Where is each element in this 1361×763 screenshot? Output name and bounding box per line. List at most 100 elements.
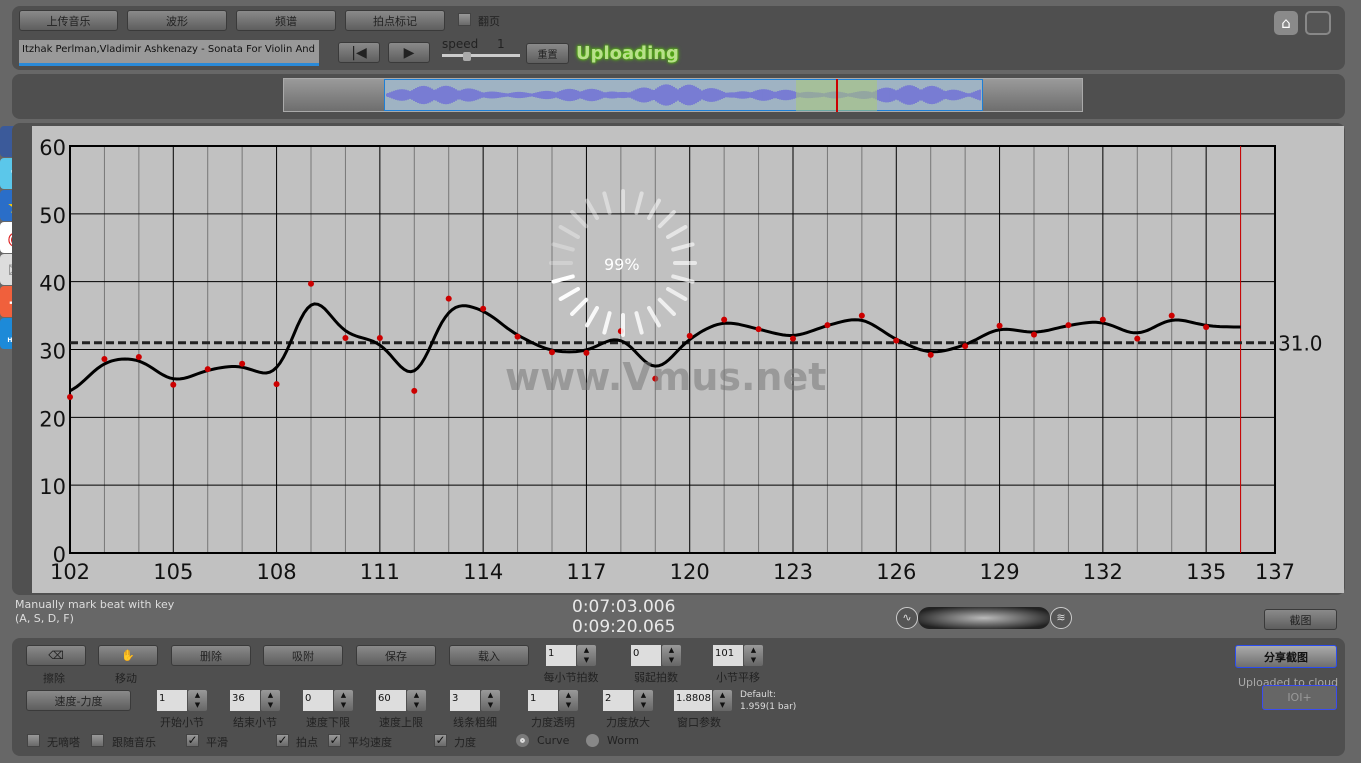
beats-per-bar-stepper[interactable]: 1 ▲ ▼ 每小节拍数 [544,645,599,684]
line-width-input[interactable]: 3 [450,690,480,711]
stepper-arrows-icon[interactable]: ▲ ▼ [662,645,681,666]
beat-point [273,381,280,388]
window-param-label: 窗口参数 [677,716,721,729]
dyn-scale-input[interactable]: 2 [603,690,633,711]
total-time: 0:09:20.065 [572,617,676,637]
end-bar-stepper[interactable]: 36 ▲ ▼ 结束小节 [230,690,280,729]
bar-offset-input[interactable]: 101 [713,645,743,666]
tempo-dynamics-button[interactable]: 速度-力度 [26,690,131,711]
dynamics-label: 力度 [454,736,476,749]
load-button[interactable]: 载入 [449,645,529,666]
tempo-min-stepper[interactable]: 0 ▲ ▼ 速度下限 [303,690,353,729]
beat-point [135,353,142,360]
spinner-tick [666,225,688,239]
end-bar-input[interactable]: 36 [230,690,260,711]
pickup-beats-stepper[interactable]: 0 ▲ ▼ 弱起拍数 [631,645,681,684]
move-label: 移动 [115,672,137,685]
stepper-arrows-icon[interactable]: ▲ ▼ [261,690,280,711]
avg-tempo-checkbox[interactable]: ✓ [328,734,341,747]
worm-label: Worm [607,734,640,747]
beat-point [445,295,452,302]
window-param-input[interactable]: 1.8808 [674,690,712,711]
x-tick-label: 114 [463,560,503,584]
beats-per-bar-input[interactable]: 1 [546,645,576,666]
erase-button[interactable]: ⌫ [26,645,86,666]
dyn-opacity-stepper[interactable]: 1 ▲ ▼ 力度透明 [528,690,578,729]
start-bar-stepper[interactable]: 1 ▲ ▼ 开始小节 [157,690,207,729]
dyn-opacity-input[interactable]: 1 [528,690,558,711]
follow-music-checkbox[interactable] [91,734,104,747]
stepper-arrows-icon[interactable]: ▲ ▼ [559,690,578,711]
tempo-max-stepper[interactable]: 60 ▲ ▼ 速度上限 [376,690,426,729]
beat-point [893,337,900,344]
curve-label: Curve [537,734,570,747]
beat-point [514,333,521,340]
x-tick-label: 108 [257,560,297,584]
y-tick-label: 60 [39,136,66,160]
y-tick-label: 40 [39,272,66,296]
hint-line1: Manually mark beat with key [15,598,175,611]
spinner-tick [570,297,589,316]
curve-radio[interactable] [516,734,529,747]
beats-per-bar-label: 每小节拍数 [543,671,599,684]
stepper-arrows-icon[interactable]: ▲ ▼ [577,645,596,666]
line-width-stepper[interactable]: 3 ▲ ▼ 线条粗细 [450,690,500,729]
spinner-tick [657,297,676,316]
x-tick-label: 102 [50,560,90,584]
y-tick-label: 50 [39,204,66,228]
screenshot-button[interactable]: 截图 [1264,609,1337,630]
move-button[interactable]: ✋ [98,645,158,666]
spinner-tick [671,242,695,252]
beat-point [1031,331,1037,338]
beat-point [721,316,728,323]
x-tick-label: 105 [153,560,193,584]
beat-point [308,280,314,287]
dynamics-checkbox[interactable]: ✓ [434,734,447,747]
smooth-checkbox[interactable]: ✓ [186,734,199,747]
spectrum-mode-icon[interactable]: ≋ [1050,607,1072,629]
dyn-scale-stepper[interactable]: 2 ▲ ▼ 力度放大 [603,690,653,729]
x-tick-label: 126 [876,560,916,584]
x-tick-label: 135 [1186,560,1226,584]
smooth-label: 平滑 [206,736,228,749]
beat-point [170,381,177,388]
snap-button[interactable]: 吸附 [263,645,343,666]
end-bar-label: 结束小节 [233,716,277,729]
avg-tempo-label: 平均速度 [348,736,392,749]
tempo-min-input[interactable]: 0 [303,690,333,711]
worm-radio[interactable] [586,734,599,747]
beat-point [376,334,383,341]
ioi-button[interactable]: IOI+ [1262,685,1337,710]
spinner-tick [551,242,575,252]
beat-point [962,343,969,350]
bar-offset-stepper[interactable]: 101 ▲ ▼ 小节平移 [713,645,763,684]
stepper-arrows-icon[interactable]: ▲ ▼ [481,690,500,711]
x-tick-label: 117 [566,560,606,584]
beat-point [824,322,831,329]
window-param-stepper[interactable]: 1.8808 ▲ ▼ 窗口参数 [674,690,732,729]
pickup-beats-input[interactable]: 0 [631,645,661,666]
stepper-arrows-icon[interactable]: ▲ ▼ [407,690,426,711]
tempo-max-input[interactable]: 60 [376,690,406,711]
x-tick-label: 137 [1255,560,1295,584]
stepper-arrows-icon[interactable]: ▲ ▼ [188,690,207,711]
save-button[interactable]: 保存 [356,645,436,666]
mode-toggle-slider[interactable] [918,607,1050,629]
beat-point [755,326,762,333]
no-tick-checkbox[interactable] [27,734,40,747]
y-tick-label: 20 [39,407,66,431]
stepper-arrows-icon[interactable]: ▲ ▼ [713,690,732,711]
spinner-tick [647,306,661,328]
waveform-mode-icon[interactable]: ∿ [896,607,918,629]
start-bar-label: 开始小节 [160,716,204,729]
stepper-arrows-icon[interactable]: ▲ ▼ [634,690,653,711]
x-tick-label: 132 [1083,560,1123,584]
delete-button[interactable]: 删除 [171,645,251,666]
share-screenshot-button[interactable]: 分享截图 [1235,645,1337,668]
beat-point [1065,322,1072,329]
start-bar-input[interactable]: 1 [157,690,187,711]
beat-points-checkbox[interactable]: ✓ [276,734,289,747]
beat-point [1168,312,1175,319]
stepper-arrows-icon[interactable]: ▲ ▼ [334,690,353,711]
stepper-arrows-icon[interactable]: ▲ ▼ [744,645,763,666]
